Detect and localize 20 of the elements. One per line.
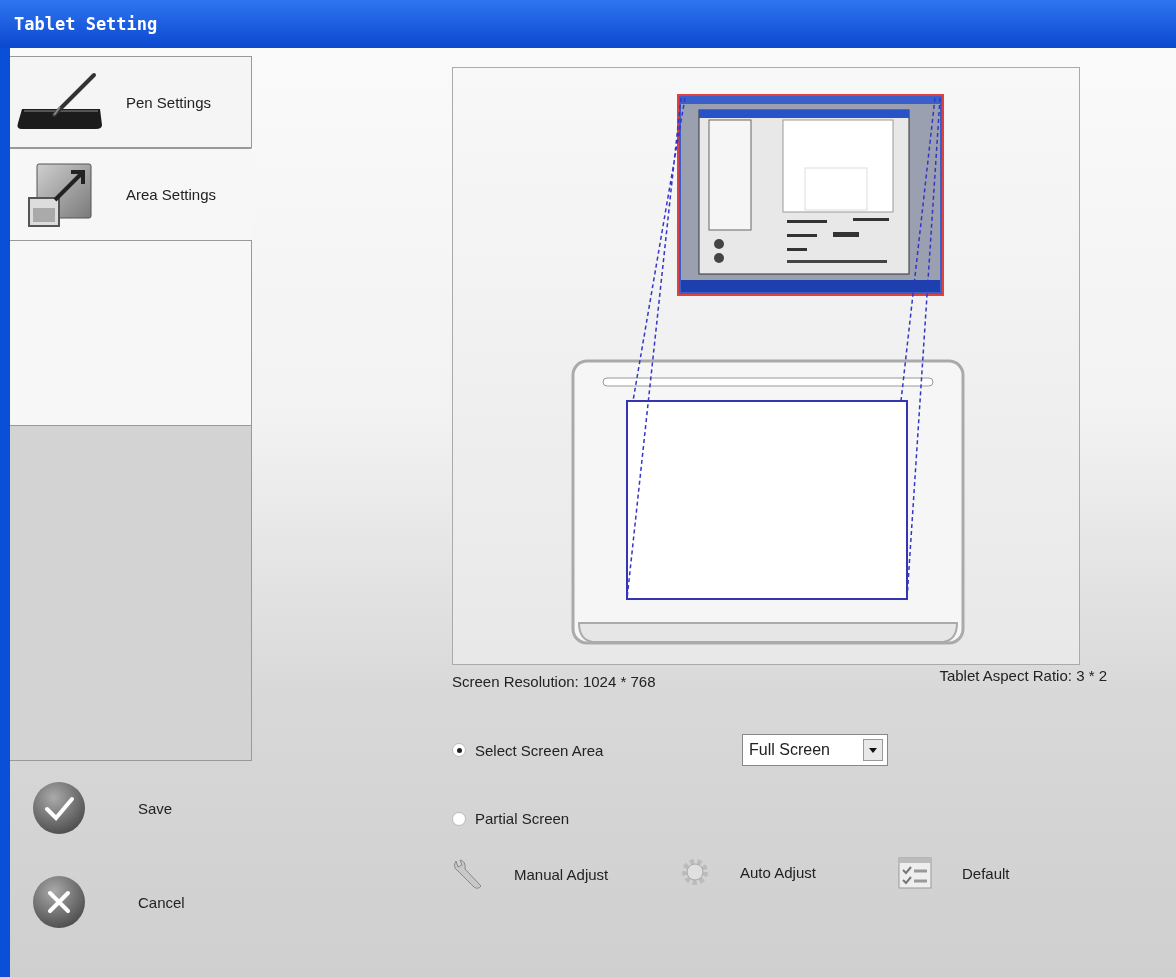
screen-resolution: Screen Resolution: 1024 * 768 <box>452 673 656 690</box>
resize-area-icon <box>25 161 95 228</box>
radio-button[interactable] <box>452 743 466 757</box>
radio-label[interactable]: Select Screen Area <box>475 741 604 759</box>
checkmark-icon <box>32 781 86 835</box>
checklist-icon <box>898 857 932 889</box>
save-button[interactable]: Save <box>32 781 173 835</box>
window-title: Tablet Setting <box>0 0 1176 48</box>
screen-area-dropdown[interactable]: Full Screen <box>742 734 888 766</box>
action-button[interactable]: Manual Adjust <box>450 857 609 891</box>
radio-button[interactable] <box>452 811 466 826</box>
tablet-aspect-ratio: Tablet Aspect Ratio: 3 * 2 <box>939 667 1107 686</box>
sidebar-tab[interactable]: Pen Settings <box>10 56 252 148</box>
action-button[interactable]: Default <box>898 857 1010 889</box>
cancel-button[interactable]: Cancel <box>32 875 185 929</box>
caret-icon <box>869 747 877 753</box>
settings-icon <box>680 857 710 887</box>
radio-label[interactable]: Partial Screen <box>475 810 570 827</box>
close-icon <box>32 875 86 929</box>
action-button[interactable]: Auto Adjust <box>680 857 816 887</box>
